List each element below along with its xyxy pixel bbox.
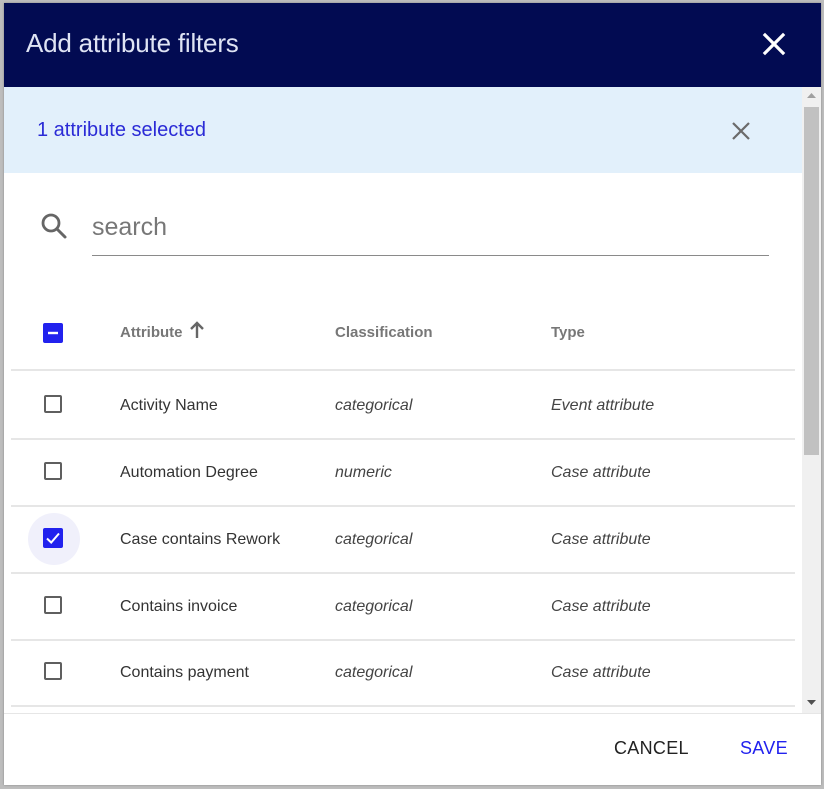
- row-checkbox[interactable]: [44, 662, 62, 680]
- table-row[interactable]: Contains invoice categorical Case attrib…: [11, 574, 795, 641]
- select-all-checkbox[interactable]: [43, 323, 63, 343]
- dialog-title: Add attribute filters: [26, 28, 239, 58]
- clear-selection-button[interactable]: [730, 120, 752, 142]
- attribute-classification: numeric: [335, 464, 392, 481]
- column-header-classification[interactable]: Classification: [335, 324, 433, 341]
- attribute-classification: categorical: [335, 598, 413, 615]
- attribute-type: Case attribute: [551, 598, 651, 615]
- attribute-name: Contains invoice: [120, 598, 238, 615]
- close-icon: [762, 32, 786, 56]
- search-input[interactable]: [92, 205, 769, 256]
- attribute-classification: categorical: [335, 664, 413, 681]
- scroll-up-arrow-icon[interactable]: [802, 87, 821, 105]
- table-row[interactable]: Automation Degree numeric Case attribute: [11, 440, 795, 507]
- column-header-type[interactable]: Type: [551, 324, 585, 341]
- checkmark-icon: [46, 532, 60, 544]
- attribute-type: Case attribute: [551, 464, 651, 481]
- attribute-type: Case attribute: [551, 531, 651, 548]
- save-button[interactable]: SAVE: [740, 738, 788, 759]
- scrollbar-thumb[interactable]: [804, 107, 819, 455]
- table-row[interactable]: Case contains Rework categorical Case at…: [11, 507, 795, 574]
- column-header-attribute[interactable]: Attribute: [120, 324, 183, 341]
- attribute-type: Event attribute: [551, 397, 655, 414]
- table-row[interactable]: Contains payment categorical Case attrib…: [11, 640, 795, 707]
- minus-icon: [48, 331, 58, 335]
- attribute-name: Case contains Rework: [120, 531, 281, 548]
- table-row[interactable]: Activity Name categorical Event attribut…: [11, 373, 795, 440]
- attribute-classification: categorical: [335, 397, 413, 414]
- attribute-type: Case attribute: [551, 664, 651, 681]
- attribute-name: Activity Name: [120, 397, 218, 414]
- attribute-name: Automation Degree: [120, 464, 258, 481]
- scroll-down-arrow-icon[interactable]: [802, 693, 821, 711]
- search-icon: [41, 213, 67, 239]
- row-checkbox[interactable]: [44, 596, 62, 614]
- content-scrollbar[interactable]: [802, 87, 821, 713]
- row-checkbox[interactable]: [44, 462, 62, 480]
- attribute-classification: categorical: [335, 531, 413, 548]
- close-icon: [732, 122, 750, 140]
- table-header: Attribute Classification Type: [11, 302, 795, 371]
- dialog-header: Add attribute filters: [4, 3, 821, 87]
- close-dialog-button[interactable]: [760, 30, 788, 58]
- selection-banner: 1 attribute selected: [4, 87, 802, 173]
- sort-ascending-icon[interactable]: [189, 320, 205, 340]
- add-attribute-filters-dialog: Add attribute filters 1 attribute select…: [4, 3, 821, 785]
- row-checkbox[interactable]: [43, 528, 63, 548]
- attribute-name: Contains payment: [120, 664, 249, 681]
- row-checkbox[interactable]: [44, 395, 62, 413]
- dialog-content: 1 attribute selected Attribute Classif: [4, 87, 802, 713]
- cancel-button[interactable]: CANCEL: [614, 738, 689, 759]
- dialog-footer: CANCEL SAVE: [4, 713, 821, 785]
- selection-count-text: 1 attribute selected: [37, 119, 206, 141]
